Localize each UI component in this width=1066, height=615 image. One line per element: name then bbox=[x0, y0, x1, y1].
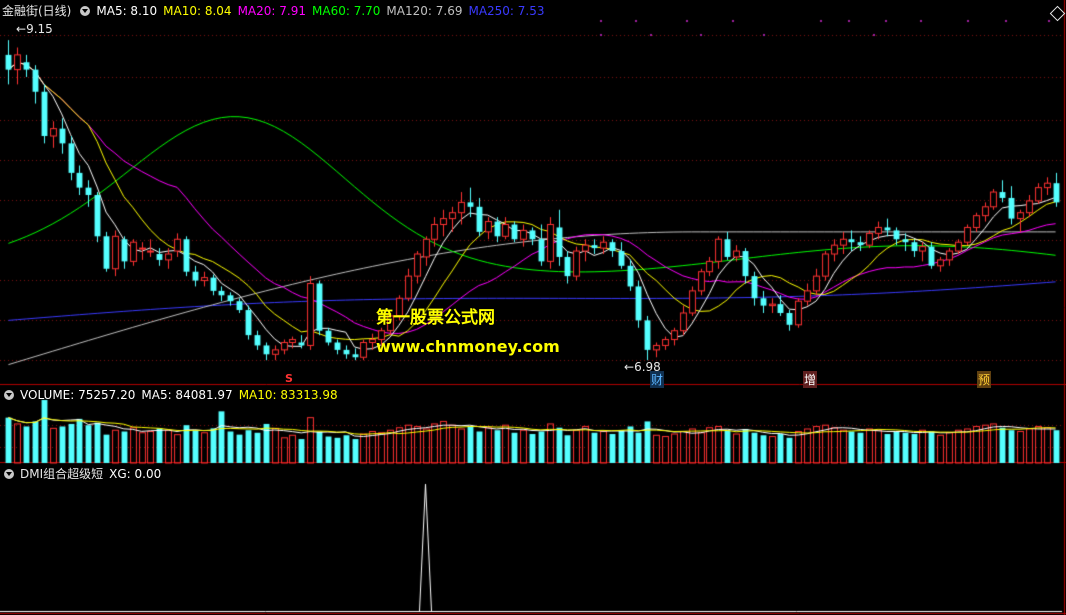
xg-label: XG: 0.00 bbox=[109, 467, 162, 481]
ma20-label: MA20: 7.91 bbox=[237, 4, 306, 18]
ma120-label: MA120: 7.69 bbox=[386, 4, 463, 18]
volume-ma10-label: MA10: 83313.98 bbox=[238, 388, 338, 402]
event-mark-forecast[interactable]: 预 bbox=[977, 371, 992, 388]
volume-menu-icon[interactable] bbox=[4, 389, 14, 400]
panel-menu-icon[interactable] bbox=[80, 5, 91, 16]
ma5-label: MA5: 8.10 bbox=[96, 4, 158, 18]
stock-title: 金融街(日线) bbox=[2, 4, 72, 18]
ma250-label: MA250: 7.53 bbox=[468, 4, 545, 18]
main-panel-header: 金融街(日线) MA5: 8.10 MA10: 8.04 MA20: 7.91 MA60… bbox=[0, 3, 551, 19]
dmi-panel-header: DMI组合超级短 XG: 0.00 bbox=[0, 466, 167, 482]
high-price-label: ←9.15 bbox=[16, 22, 53, 36]
watermark-title: 第一股票公式网 bbox=[376, 308, 495, 328]
volume-label: VOLUME: 75257.20 bbox=[20, 388, 136, 402]
volume-panel-header: VOLUME: 75257.20 MA5: 84081.97 MA10: 83313… bbox=[0, 387, 344, 403]
event-mark-financial[interactable]: 财 bbox=[650, 371, 665, 388]
ma60-label: MA60: 7.70 bbox=[312, 4, 381, 18]
dmi-menu-icon[interactable] bbox=[4, 468, 14, 479]
watermark-url: www.chnmoney.com bbox=[376, 337, 560, 356]
dmi-title: DMI组合超级短 bbox=[20, 467, 104, 481]
volume-ma5-label: MA5: 84081.97 bbox=[141, 388, 233, 402]
ma10-label: MA10: 8.04 bbox=[163, 4, 232, 18]
kline-chart-canvas[interactable] bbox=[0, 0, 1066, 615]
event-mark-increase[interactable]: 增 bbox=[803, 371, 818, 388]
event-mark-s[interactable]: S bbox=[285, 372, 293, 385]
